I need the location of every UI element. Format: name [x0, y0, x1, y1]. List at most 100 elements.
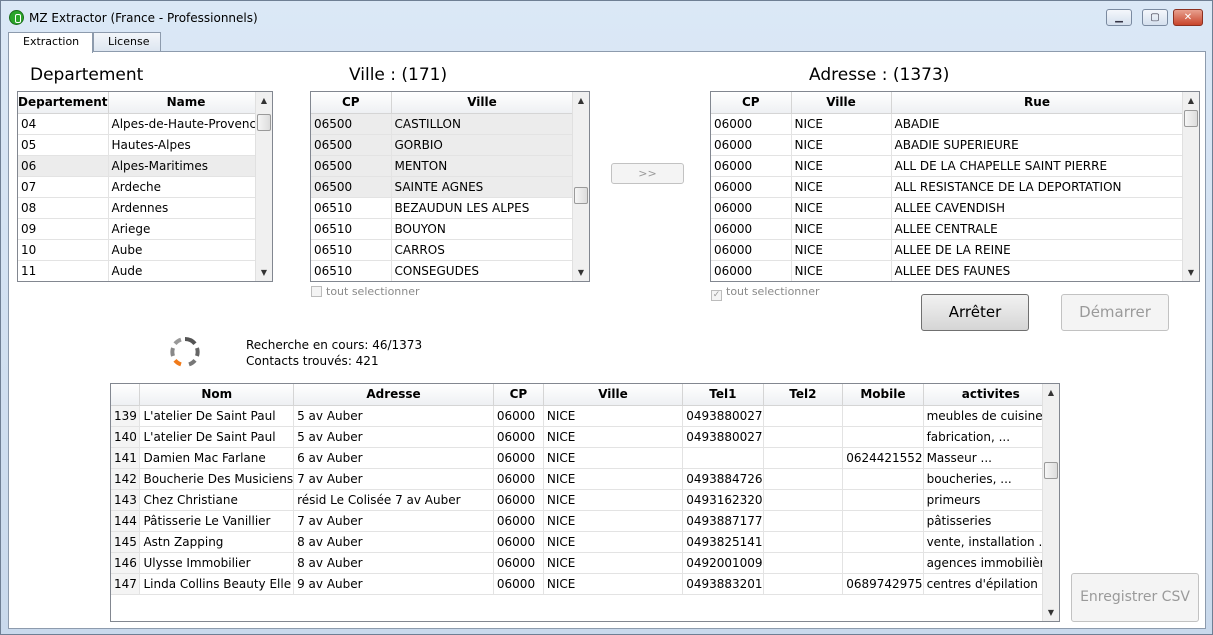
scroll-down-icon[interactable]: ▼ [1183, 264, 1199, 281]
table-row[interactable]: 06510 CARROS [311, 239, 574, 261]
start-button[interactable]: Démarrer [1061, 294, 1169, 331]
table-cell [842, 510, 924, 532]
column-header[interactable] [111, 384, 141, 406]
table-row[interactable]: 06500 SAINTE AGNES [311, 176, 574, 198]
table-row[interactable]: 06000 NICE ABADIE SUPERIEURE [711, 134, 1184, 156]
column-header[interactable]: Tel1 [682, 384, 764, 406]
scroll-up-icon[interactable]: ▲ [1043, 384, 1059, 401]
table-cell [842, 405, 924, 427]
table-cell: BOUYON [391, 218, 574, 240]
table-cell: 06000 [711, 260, 792, 281]
column-header[interactable]: Ville [391, 92, 574, 114]
table-row[interactable]: 06000 NICE ALLEE DES FAUNES [711, 260, 1184, 281]
table-row[interactable]: 144 Pâtisserie Le Vanillier 7 av Auber 0600… [111, 510, 1059, 532]
table-cell: Masseur ... [923, 447, 1059, 469]
departement-grid[interactable]: Departement Name 04 Alpes-de-Haute-Provenc… [17, 91, 273, 282]
scroll-thumb[interactable] [1044, 462, 1058, 479]
table-row[interactable]: 06000 NICE ALLEE DE LA REINE [711, 239, 1184, 261]
column-header[interactable]: Adresse [293, 384, 494, 406]
table-row[interactable]: 06000 NICE ALLEE CENTRALE [711, 218, 1184, 240]
table-row[interactable]: 06510 CONSEGUDES [311, 260, 574, 281]
table-row[interactable]: 143 Chez Christiane résid Le Colisée 7 av … [111, 489, 1059, 511]
table-row[interactable]: 06500 MENTON [311, 155, 574, 177]
minimize-button[interactable]: ▁ [1106, 9, 1132, 26]
table-row[interactable]: 04 Alpes-de-Haute-Provence [18, 113, 265, 135]
column-header[interactable]: CP [711, 92, 792, 114]
stop-button[interactable]: Arrêter [921, 294, 1029, 331]
column-header[interactable]: activites [923, 384, 1059, 406]
table-row[interactable]: 08 Ardennes [18, 197, 265, 219]
scroll-up-icon[interactable]: ▲ [1183, 92, 1199, 109]
table-cell: Hautes-Alpes [108, 134, 265, 156]
table-row[interactable]: 06000 NICE ALL DE LA CHAPELLE SAINT PIERRE [711, 155, 1184, 177]
table-cell: ABADIE SUPERIEURE [891, 134, 1184, 156]
table-cell [763, 468, 844, 490]
scroll-thumb[interactable] [1184, 110, 1198, 127]
scroll-up-icon[interactable]: ▲ [256, 92, 272, 109]
maximize-button[interactable]: ▢ [1142, 9, 1168, 26]
table-cell: 06510 [311, 239, 392, 261]
column-header[interactable]: Nom [139, 384, 295, 406]
column-header[interactable]: Tel2 [763, 384, 844, 406]
table-row[interactable]: 140 L'atelier De Saint Paul 5 av Auber 0600… [111, 426, 1059, 448]
checkbox-checked-icon[interactable]: ✓ [711, 290, 722, 301]
table-row[interactable]: 142 Boucherie Des Musiciens 7 av Auber 0600… [111, 468, 1059, 490]
table-cell: ALLEE CENTRALE [891, 218, 1184, 240]
checkbox-icon[interactable] [311, 286, 322, 297]
column-header[interactable]: CP [493, 384, 544, 406]
table-row[interactable]: 06000 NICE ALL RESISTANCE DE LA DEPORTATIO… [711, 176, 1184, 198]
ville-select-all[interactable]: tout selectionner [311, 285, 420, 298]
scroll-thumb[interactable] [574, 187, 588, 204]
table-row[interactable]: 145 Astn Zapping 8 av Auber 06000 NICE 049382… [111, 531, 1059, 553]
table-row[interactable]: 141 Damien Mac Farlane 6 av Auber 06000 NICE… [111, 447, 1059, 469]
ville-title: Ville : (171) [349, 65, 448, 85]
column-header[interactable]: Rue [891, 92, 1184, 114]
table-row[interactable]: 06000 NICE ABADIE [711, 113, 1184, 135]
column-header[interactable]: Departement [18, 92, 109, 114]
adresse-select-all[interactable]: ✓ tout selectionner [711, 285, 820, 301]
table-cell: Alpes-de-Haute-Provence [108, 113, 265, 135]
scroll-up-icon[interactable]: ▲ [573, 92, 589, 109]
close-button[interactable]: ✕ [1173, 9, 1203, 26]
results-grid[interactable]: Nom Adresse CP Ville Tel1 Tel2 Mobile activites… [110, 383, 1060, 622]
table-cell: GORBIO [391, 134, 574, 156]
table-row[interactable]: 09 Ariege [18, 218, 265, 240]
table-row[interactable]: 07 Ardeche [18, 176, 265, 198]
table-row[interactable]: 06510 BEZAUDUN LES ALPES [311, 197, 574, 219]
column-header[interactable]: CP [311, 92, 392, 114]
ville-grid[interactable]: CP Ville 06500 CASTILLON 06500 GORBIO 06500 ME… [310, 91, 590, 282]
table-row[interactable]: 06000 NICE ALLEE CAVENDISH [711, 197, 1184, 219]
table-cell: 0493887177 [682, 510, 764, 532]
scroll-down-icon[interactable]: ▼ [256, 264, 272, 281]
ville-scrollbar[interactable]: ▲ ▼ [572, 92, 589, 281]
table-row[interactable]: 11 Aude [18, 260, 265, 281]
tab-license[interactable]: License [93, 32, 161, 52]
adresse-scrollbar[interactable]: ▲ ▼ [1182, 92, 1199, 281]
scroll-down-icon[interactable]: ▼ [1043, 604, 1059, 621]
table-row[interactable]: 06510 BOUYON [311, 218, 574, 240]
table-cell: 0493825141 [682, 531, 764, 553]
table-cell: meubles de cuisine... [923, 405, 1059, 427]
departement-scrollbar[interactable]: ▲ ▼ [255, 92, 272, 281]
table-row[interactable]: 05 Hautes-Alpes [18, 134, 265, 156]
scroll-thumb[interactable] [257, 114, 271, 131]
table-row[interactable]: 10 Aube [18, 239, 265, 261]
scroll-down-icon[interactable]: ▼ [573, 264, 589, 281]
adresse-grid[interactable]: CP Ville Rue 06000 NICE ABADIE 06000 NICE ABADI… [710, 91, 1200, 282]
column-header[interactable]: Name [108, 92, 265, 114]
column-header[interactable]: Mobile [842, 384, 924, 406]
table-cell: NICE [791, 176, 892, 198]
tab-extraction[interactable]: Extraction [8, 32, 93, 53]
table-row[interactable]: 06500 CASTILLON [311, 113, 574, 135]
column-header[interactable]: Ville [791, 92, 892, 114]
table-row[interactable]: 147 Linda Collins Beauty Elle 9 av Auber 06… [111, 573, 1059, 595]
transfer-button[interactable]: >> [611, 163, 684, 184]
table-row[interactable]: 06 Alpes-Maritimes [18, 155, 265, 177]
table-row[interactable]: 139 L'atelier De Saint Paul 5 av Auber 0600… [111, 405, 1059, 427]
table-row[interactable]: 146 Ulysse Immobilier 8 av Auber 06000 NICE 0… [111, 552, 1059, 574]
table-row[interactable]: 06500 GORBIO [311, 134, 574, 156]
results-scrollbar[interactable]: ▲ ▼ [1042, 384, 1059, 621]
save-csv-button[interactable]: Enregistrer CSV [1071, 573, 1199, 622]
column-header[interactable]: Ville [543, 384, 684, 406]
table-cell: NICE [791, 260, 892, 281]
